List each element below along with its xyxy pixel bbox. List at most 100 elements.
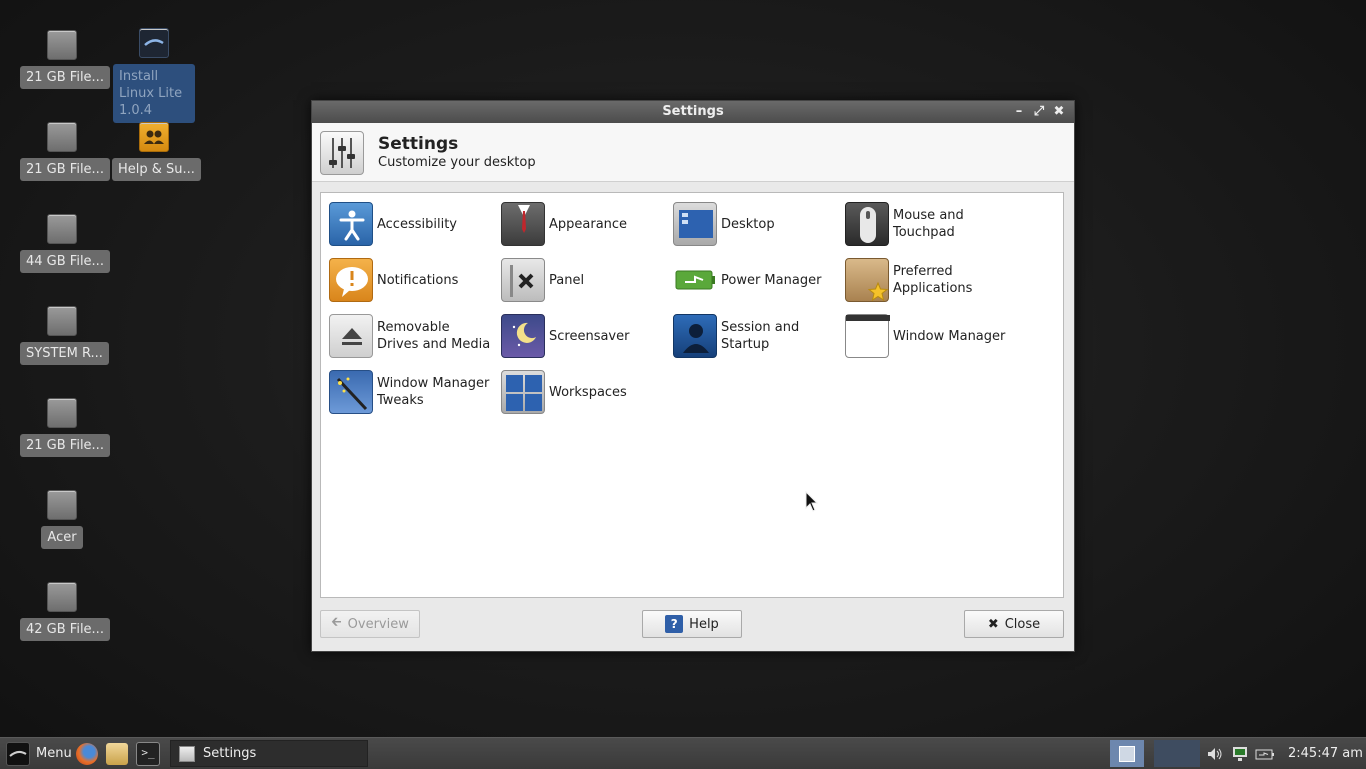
panel-icon [501,258,545,302]
settings-item-notifications[interactable]: Notifications [321,256,491,304]
close-button[interactable]: ✖ Close [964,610,1064,638]
settings-item-appearance[interactable]: Appearance [493,200,663,248]
close-label: Close [1004,616,1041,632]
close-icon[interactable]: ✖ [1052,105,1066,119]
settings-item-mouse-touchpad[interactable]: Mouse and Touchpad [837,200,1007,248]
drive-icon [47,122,77,152]
desktop-drive-4[interactable]: SYSTEM R... [20,306,109,369]
firefox-launcher[interactable] [76,738,98,769]
window-title: Settings [662,104,724,119]
power-manager-icon [673,258,717,302]
settings-item-removable-drives[interactable]: Removable Drives and Media [321,312,491,360]
settings-item-accessibility[interactable]: Accessibility [321,200,491,248]
window-manager-tweaks-icon [329,370,373,414]
desktop-icon [673,202,717,246]
minimize-icon[interactable]: – [1012,105,1026,119]
session-startup-icon [673,314,717,358]
desktop-drive-2[interactable]: 21 GB File... [20,122,110,185]
desktop-drive-3[interactable]: 44 GB File... [20,214,110,277]
settings-item-screensaver[interactable]: Screensaver [493,312,663,360]
desktop-icon-label: Help & Su... [112,158,201,181]
appearance-icon [501,202,545,246]
settings-item-workspaces[interactable]: Workspaces [493,368,663,416]
settings-item-label: Workspaces [549,384,627,400]
help-icon: ? [665,615,684,633]
help-support-icon [139,122,169,152]
taskbar: Menu >_ Settings 2:45:47 am [0,737,1366,769]
terminal-icon: >_ [136,741,160,766]
workspace-2[interactable] [1154,740,1200,767]
taskbar-window-label: Settings [203,746,257,761]
removable-drives-icon [329,314,373,358]
menu-button[interactable]: Menu [6,738,72,769]
window-manager-icon [845,314,890,358]
drive-icon [47,398,77,428]
settings-item-desktop[interactable]: Desktop [665,200,835,248]
maximize-icon[interactable]: ⤢ [1032,105,1046,119]
battery-tray-icon[interactable] [1255,738,1275,769]
desktop-drive-5[interactable]: 21 GB File... [20,398,110,461]
desktop-install-linux-lite[interactable]: Install Linux Lite 1.0.4 [112,28,196,127]
settings-item-power-manager[interactable]: Power Manager [665,256,835,304]
firefox-icon [76,742,98,765]
menu-label: Menu [36,746,72,761]
desktop-icon-label: Install Linux Lite 1.0.4 [113,64,195,123]
desktop-drive-1[interactable]: 21 GB File... [20,30,110,93]
desktop-icon-label: 21 GB File... [20,66,110,89]
settings-header: Settings Customize your desktop [312,123,1074,182]
settings-window: Settings – ⤢ ✖ Settings Customize your d… [311,100,1075,652]
notifications-icon [329,258,373,302]
network-tray-icon[interactable] [1230,738,1250,769]
settings-item-window-manager[interactable]: Window Manager [837,312,1007,360]
file-manager-icon [106,742,128,765]
accessibility-icon [329,202,373,246]
settings-item-label: Panel [549,272,585,288]
settings-item-label: Mouse and Touchpad [893,208,964,240]
settings-item-label: Window Manager Tweaks [377,376,490,408]
desktop-drive-6[interactable]: Acer [20,490,104,553]
settings-item-label: Window Manager [893,328,1006,344]
settings-grid: Accessibility Appearance Desktop Mouse a… [320,192,1064,598]
desktop-icon-label: 21 GB File... [20,158,110,181]
settings-item-label: Appearance [549,216,628,232]
settings-item-panel[interactable]: Panel [493,256,663,304]
settings-item-label: Power Manager [721,272,822,288]
screensaver-icon [501,314,545,358]
settings-item-label: Desktop [721,216,775,232]
desktop-help-support[interactable]: Help & Su... [112,122,201,185]
overview-button[interactable]: 🡰 Overview [320,610,420,638]
drive-icon [47,490,77,520]
desktop-icon-label: 44 GB File... [20,250,110,273]
terminal-launcher[interactable]: >_ [136,738,160,769]
volume-tray-icon[interactable] [1206,738,1224,769]
desktop-icon-label: SYSTEM R... [20,342,109,365]
settings-item-preferred-applications[interactable]: Preferred Applications [837,256,1007,304]
volume-icon [1208,747,1222,760]
settings-sliders-icon [320,131,364,175]
taskbar-window-settings[interactable]: Settings [170,740,368,767]
settings-item-label: Accessibility [377,216,457,232]
drive-icon [47,214,77,244]
workspace-1[interactable] [1110,740,1144,767]
settings-item-window-manager-tweaks[interactable]: Window Manager Tweaks [321,368,491,416]
overview-label: Overview [347,616,409,632]
help-button[interactable]: ? Help [642,610,742,638]
network-icon [1233,746,1247,761]
settings-item-session-startup[interactable]: Session and Startup [665,312,835,360]
battery-icon [1255,749,1274,759]
settings-item-label: Session and Startup [721,320,800,352]
drive-icon [47,30,77,60]
file-manager-launcher[interactable] [106,738,128,769]
back-arrow-icon: 🡰 [331,615,342,630]
mouse-icon [845,202,889,246]
window-titlebar[interactable]: Settings – ⤢ ✖ [312,101,1074,123]
desktop-icon-label: Acer [41,526,83,549]
help-label: Help [689,616,719,632]
clock[interactable]: 2:45:47 am [1288,738,1363,769]
linux-lite-logo-icon [6,741,30,766]
drive-icon [47,306,77,336]
settings-item-label: Preferred Applications [893,264,973,296]
drive-icon [47,582,77,612]
desktop-drive-7[interactable]: 42 GB File... [20,582,110,645]
settings-item-label: Screensaver [549,328,630,344]
